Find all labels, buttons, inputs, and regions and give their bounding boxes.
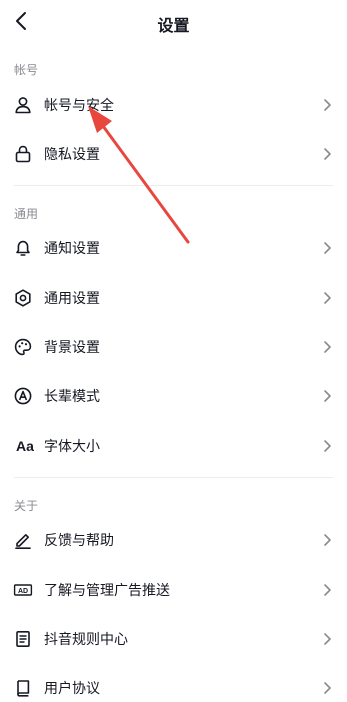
row-feedback[interactable]: 反馈与帮助 — [0, 517, 347, 563]
ad-icon: AD — [12, 579, 34, 601]
font-size-icon-text: Aa — [16, 438, 34, 454]
section-header-account: 帐号 — [14, 63, 39, 77]
row-elder-mode[interactable]: 长辈模式 — [0, 373, 347, 419]
row-notifications[interactable]: 通知设置 — [0, 225, 347, 271]
chevron-right-icon — [324, 390, 331, 402]
person-icon — [12, 94, 34, 116]
top-bar: 设置 — [0, 0, 347, 44]
chevron-right-icon — [324, 534, 331, 546]
divider — [14, 477, 333, 478]
row-label: 用户协议 — [44, 681, 100, 697]
chevron-right-icon — [324, 99, 331, 111]
row-label: 隐私设置 — [44, 147, 100, 163]
chevron-right-icon — [324, 440, 331, 452]
row-user-agreement[interactable]: 用户协议 — [0, 665, 347, 702]
row-label: 了解与管理广告推送 — [44, 583, 170, 599]
page-title: 设置 — [157, 16, 190, 35]
row-rules-center[interactable]: 抖音规则中心 — [0, 616, 347, 662]
palette-icon — [12, 336, 34, 358]
row-label: 通知设置 — [44, 241, 100, 257]
chevron-right-icon — [324, 292, 331, 304]
edit-pen-icon — [12, 529, 34, 551]
elder-mode-icon — [12, 385, 34, 407]
row-label: 抖音规则中心 — [44, 632, 128, 648]
bell-icon — [12, 237, 34, 259]
row-label: 背景设置 — [44, 340, 100, 356]
ad-icon-text: AD — [18, 588, 28, 595]
row-label: 通用设置 — [44, 291, 100, 307]
chevron-right-icon — [324, 148, 331, 160]
chevron-right-icon — [324, 584, 331, 596]
row-privacy[interactable]: 隐私设置 — [0, 131, 347, 177]
row-label: 长辈模式 — [44, 389, 100, 405]
row-ads[interactable]: AD 了解与管理广告推送 — [0, 567, 347, 613]
row-label: 帐号与安全 — [44, 98, 114, 114]
gear-icon — [12, 287, 34, 309]
chevron-right-icon — [324, 341, 331, 353]
row-account-security[interactable]: 帐号与安全 — [0, 82, 347, 128]
section-header-general: 通用 — [14, 207, 39, 221]
divider — [14, 185, 333, 186]
book-icon — [12, 677, 34, 699]
chevron-right-icon — [324, 633, 331, 645]
row-label: 反馈与帮助 — [44, 533, 114, 549]
row-label: 字体大小 — [44, 439, 100, 455]
section-header-about: 关于 — [14, 499, 39, 513]
row-font-size[interactable]: Aa 字体大小 — [0, 423, 347, 469]
lock-icon — [12, 143, 34, 165]
row-general-settings[interactable]: 通用设置 — [0, 275, 347, 321]
font-size-icon: Aa — [12, 435, 38, 457]
document-icon — [12, 628, 34, 650]
chevron-right-icon — [324, 682, 331, 694]
chevron-right-icon — [324, 242, 331, 254]
row-background[interactable]: 背景设置 — [0, 324, 347, 370]
